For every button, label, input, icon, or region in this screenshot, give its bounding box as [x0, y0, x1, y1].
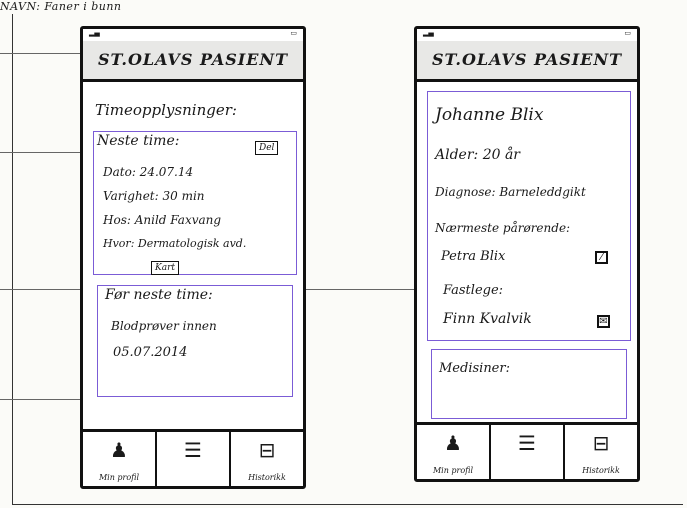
patient-age: Alder: 20 år [435, 147, 520, 163]
battery-icon: ▭ [624, 29, 631, 37]
signal-icon: ▂▄ [423, 29, 434, 37]
phone-left: ▂▄ ▭ ST.OLAVS PASIENT Timeopplysninger: … [80, 26, 306, 489]
tab-historikk[interactable]: ⊟ Historikk [565, 425, 637, 479]
gp-name: Finn Kvalvik [443, 311, 532, 327]
sheet-label: NAVN: Faner i bunn [0, 0, 122, 13]
archive-icon: ⊟ [258, 438, 276, 462]
duration-line: Varighet: 30 min [103, 189, 205, 203]
relative-contact-button[interactable]: ⁄ [595, 251, 608, 264]
blood-test-date: 05.07.2014 [113, 345, 188, 360]
app-header: ST.OLAVS PASIENT [83, 41, 303, 82]
signal-icon: ▂▄ [89, 29, 100, 37]
battery-icon: ▭ [290, 29, 297, 37]
app-title: ST.OLAVS PASIENT [432, 50, 622, 69]
map-button[interactable]: Kart [151, 261, 180, 275]
medicines-box [431, 349, 627, 419]
date-line: Dato: 24.07.14 [103, 165, 194, 179]
tab-min-profil[interactable]: ♟ Min profil [83, 432, 157, 486]
patient-name: Johanne Blix [435, 105, 544, 125]
tab-historikk[interactable]: ⊟ Historikk [231, 432, 303, 486]
tab-bar: ♟ Min profil ☰ ⊟ Historikk [83, 429, 303, 486]
status-bar: ▂▄ ▭ [89, 29, 297, 39]
doctor-line: Hos: Anild Faxvang [103, 213, 222, 227]
person-icon: ♟ [444, 431, 462, 455]
tab-label: Min profil [98, 473, 140, 482]
list-icon: ☰ [184, 438, 202, 462]
section-title: Timeopplysninger: [95, 101, 237, 119]
relative-name: Petra Blix [441, 249, 506, 264]
blood-test-line: Blodprøver innen [111, 319, 217, 333]
tab-label: Min profil [432, 466, 474, 475]
tab-label: Historikk [248, 473, 286, 482]
share-button[interactable]: Del [255, 141, 279, 155]
phone-right: ▂▄ ▭ ST.OLAVS PASIENT Johanne Blix Alder… [414, 26, 640, 482]
app-title: ST.OLAVS PASIENT [98, 50, 288, 69]
status-bar: ▂▄ ▭ [423, 29, 631, 39]
archive-icon: ⊟ [592, 431, 610, 455]
patient-diagnosis: Diagnose: Barneleddgikt [435, 185, 586, 199]
tab-bar: ♟ Min profil ☰ ⊟ Historikk [417, 422, 637, 479]
next-appointment-title: Neste time: [97, 133, 180, 149]
tab-label: Historikk [582, 466, 620, 475]
location-line: Hvor: Dermatologisk avd. [103, 237, 247, 250]
before-next-title: Før neste time: [105, 287, 213, 303]
app-header: ST.OLAVS PASIENT [417, 41, 637, 82]
profile-box [427, 91, 631, 341]
tab-min-profil[interactable]: ♟ Min profil [417, 425, 491, 479]
tab-list[interactable]: ☰ [157, 432, 231, 486]
annotation-line-header [0, 53, 92, 54]
medicines-title: Medisiner: [439, 361, 510, 376]
gp-title: Fastlege: [443, 283, 504, 298]
relatives-title: Nærmeste pårørende: [435, 221, 571, 235]
person-icon: ♟ [110, 438, 128, 462]
tab-list[interactable]: ☰ [491, 425, 565, 479]
list-icon: ☰ [518, 431, 536, 455]
gp-contact-button[interactable]: ✉ [597, 315, 610, 328]
